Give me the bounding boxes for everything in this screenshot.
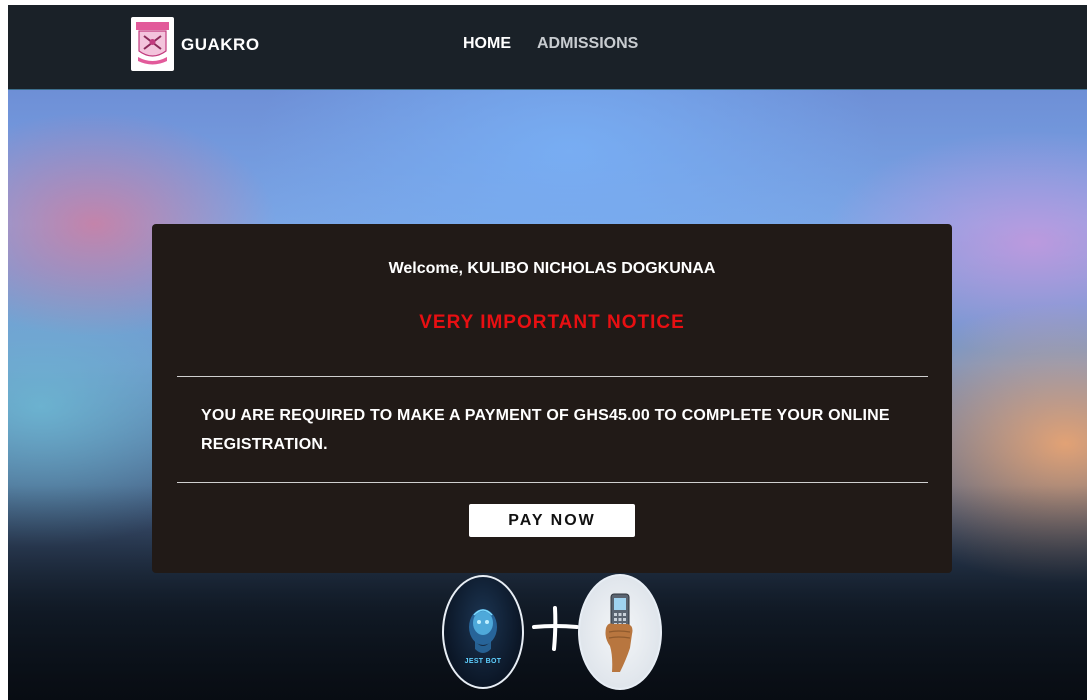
welcome-message: Welcome, KULIBO NICHOLAS DOGKUNAA xyxy=(388,260,716,277)
notice-card: Welcome, KULIBO NICHOLAS DOGKUNAA VERY I… xyxy=(152,224,952,573)
payment-notice-text: YOU ARE REQUIRED TO MAKE A PAYMENT OF GH… xyxy=(201,407,890,453)
crest-icon xyxy=(136,22,169,65)
school-logo[interactable] xyxy=(131,17,174,71)
mobile-phone-icon xyxy=(605,593,633,672)
mobile-payment-badge xyxy=(578,574,662,690)
page: GUAKRO HOME ADMISSIONS Welcome, KULIBO N… xyxy=(8,5,1087,700)
plus-icon xyxy=(532,606,579,651)
jest-bot-badge: JEST BOT xyxy=(442,575,524,689)
divider xyxy=(177,376,928,377)
brand-name[interactable]: GUAKRO xyxy=(181,35,260,55)
pay-now-button[interactable]: PAY NOW xyxy=(469,504,635,537)
bot-caption: JEST BOT xyxy=(464,658,502,665)
notice-title: VERY IMPORTANT NOTICE xyxy=(419,312,685,333)
top-navbar: GUAKRO HOME ADMISSIONS xyxy=(8,5,1087,90)
nav-admissions-link[interactable]: ADMISSIONS xyxy=(537,35,638,53)
nav-home-link[interactable]: HOME xyxy=(463,35,511,53)
robot-head-icon xyxy=(469,609,497,653)
divider xyxy=(177,482,928,483)
